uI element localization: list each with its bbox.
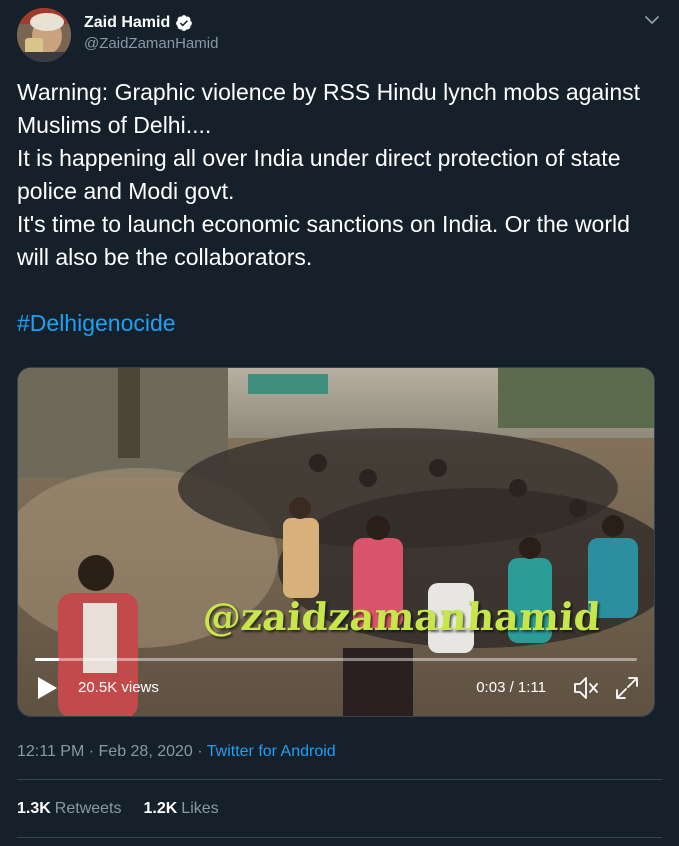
video-progress-bar[interactable] (35, 658, 637, 661)
video-timecode: 0:03 / 1:11 (476, 679, 546, 696)
author-block: Zaid Hamid @ZaidZamanHamid (84, 14, 218, 52)
author-display-name[interactable]: Zaid Hamid (84, 14, 170, 32)
verified-badge-icon (175, 14, 193, 32)
meta-separator: · (84, 743, 99, 760)
tweet-meta: 12:11 PM · Feb 28, 2020 · Twitter for An… (17, 743, 336, 761)
likes-stat[interactable]: 1.2K Likes (144, 800, 219, 818)
volume-muted-icon[interactable] (572, 675, 600, 701)
tweet-header: Zaid Hamid @ZaidZamanHamid (17, 8, 662, 64)
video-player[interactable]: @zaidzamanhamid 20.5K views 0:03 / 1:11 (17, 367, 655, 717)
view-count: 20.5K views (78, 679, 159, 696)
tweet-text: Warning: Graphic violence by RSS Hindu l… (17, 79, 640, 270)
author-handle[interactable]: @ZaidZamanHamid (84, 35, 218, 52)
retweets-count: 1.3K (17, 800, 51, 817)
tweet-source-link[interactable]: Twitter for Android (207, 743, 336, 760)
likes-count: 1.2K (143, 800, 178, 817)
tweet-card: Zaid Hamid @ZaidZamanHamid Warning: Grap… (0, 0, 679, 846)
retweets-stat[interactable]: 1.3K Retweets (17, 800, 122, 818)
divider (17, 779, 662, 780)
meta-separator: · (192, 743, 207, 760)
avatar[interactable] (17, 8, 71, 62)
fullscreen-icon[interactable] (614, 675, 640, 701)
chevron-down-icon[interactable] (642, 10, 662, 30)
video-watermark: @zaidzamanhamid (201, 594, 602, 639)
tweet-time[interactable]: 12:11 PM (17, 743, 84, 760)
video-controls: 20.5K views 0:03 / 1:11 (18, 662, 654, 716)
retweets-label: Retweets (54, 800, 122, 817)
tweet-stats: 1.3K Retweets 1.2K Likes (17, 800, 219, 818)
divider (17, 837, 662, 838)
video-progress-fill (35, 658, 60, 661)
play-icon[interactable] (36, 676, 58, 700)
tweet-date[interactable]: Feb 28, 2020 (99, 743, 193, 760)
likes-label: Likes (181, 800, 219, 817)
hashtag-link[interactable]: #Delhigenocide (17, 307, 176, 340)
